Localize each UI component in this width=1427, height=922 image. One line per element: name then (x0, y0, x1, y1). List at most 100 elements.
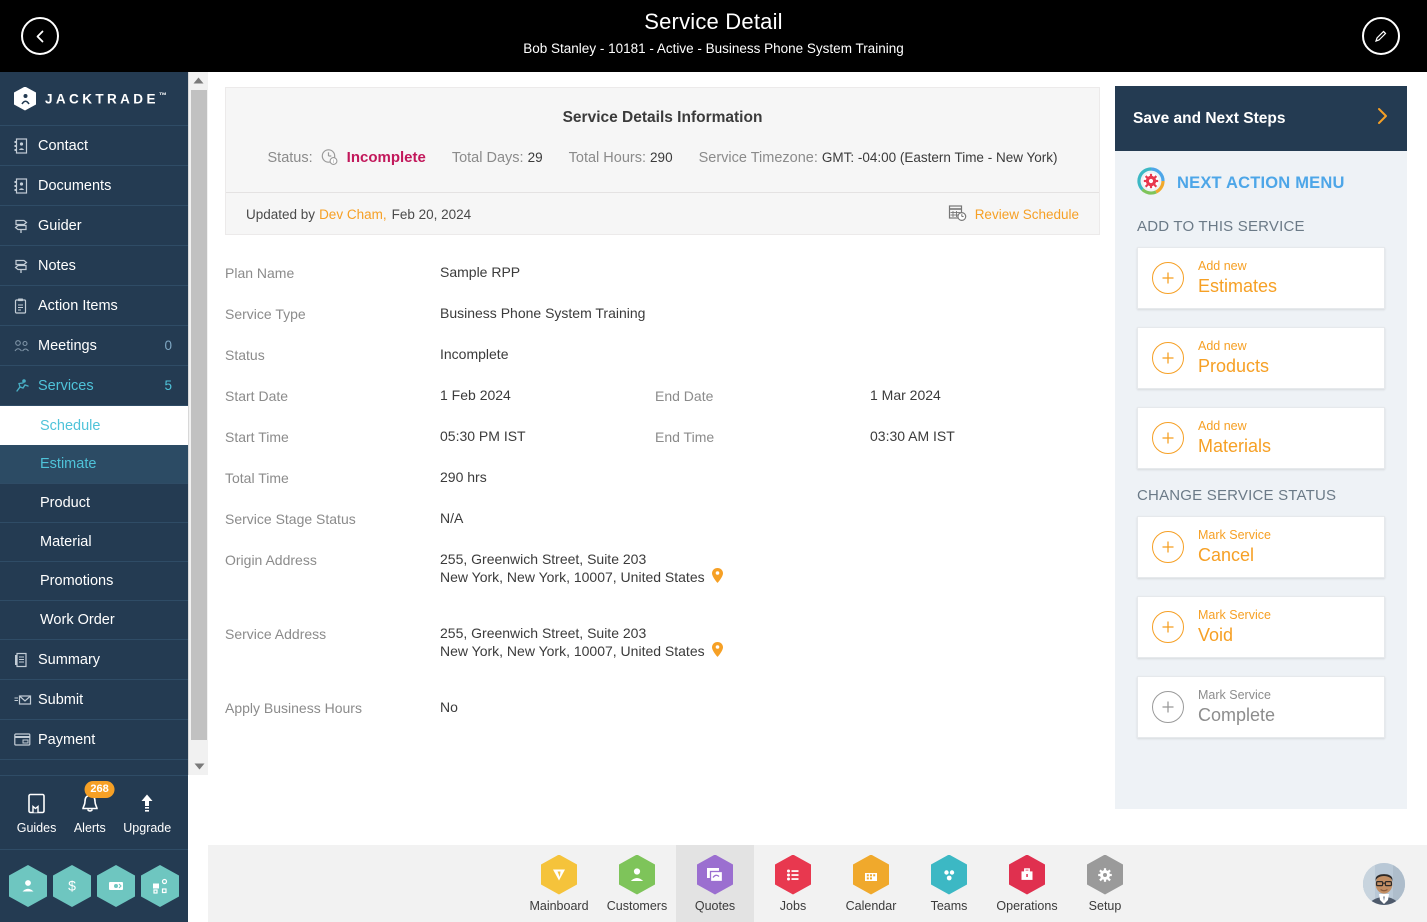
sidebar-subitem-product[interactable]: Product (0, 484, 188, 523)
sidebar-item-label: Submit (38, 691, 84, 708)
bottom-nav: Mainboard Customers Quotes Jobs Calendar… (208, 845, 1427, 922)
upgrade-label: Upgrade (123, 821, 172, 835)
brand-logo: JACKTRADE™ (0, 72, 188, 126)
bottom-nav-quotes[interactable]: Quotes (676, 845, 754, 922)
map-pin-icon[interactable] (711, 641, 724, 661)
bottom-nav-operations[interactable]: Operations (988, 845, 1066, 922)
status-value: Incomplete (346, 149, 426, 166)
business-hours-value: No (440, 699, 458, 715)
guides-button[interactable]: Guides (17, 790, 57, 835)
sidebar-subitem-schedule[interactable]: Schedule (0, 406, 188, 445)
map-pin-icon[interactable] (711, 567, 724, 587)
card-text: Add new Products (1198, 339, 1269, 377)
card-text: Add new Materials (1198, 419, 1271, 457)
sidebar-subitem-label: Work Order (40, 612, 115, 628)
sidebar-subitem-work-order[interactable]: Work Order (0, 601, 188, 640)
bottom-nav-label: Calendar (845, 898, 897, 913)
start-date-label: Start Date (225, 388, 289, 404)
total-time-value: 290 hrs (440, 469, 487, 485)
list-icon (775, 854, 811, 895)
sidebar-item-action-items[interactable]: Action Items (0, 286, 188, 326)
bottom-nav-jobs[interactable]: Jobs (754, 845, 832, 922)
sidebar-item-summary[interactable]: Summary (0, 640, 188, 680)
sidebar-tools: Guides 268 Alerts Upgrade (0, 775, 188, 849)
sidebar-item-count: 5 (164, 378, 172, 393)
sidebar-subitem-promotions[interactable]: Promotions (0, 562, 188, 601)
gear-refresh-icon (1137, 167, 1165, 200)
bottom-nav-label: Customers (606, 898, 668, 913)
quick-action-user[interactable] (9, 865, 47, 907)
guides-book-icon (17, 790, 57, 818)
mark-service-complete-card[interactable]: Mark Service Complete (1137, 676, 1385, 738)
pencil-icon (1375, 30, 1387, 42)
bottom-nav-mainboard[interactable]: Mainboard (520, 845, 598, 922)
status-label: Status: (267, 149, 313, 166)
total-days-value: 29 (527, 149, 543, 165)
service-details-card: Service Details Information Status: i In… (225, 87, 1100, 235)
plus-icon (1152, 262, 1184, 294)
bottom-nav-calendar[interactable]: Calendar (832, 845, 910, 922)
card-top-label: Add new (1198, 338, 1247, 353)
quick-action-dollar[interactable]: $ (53, 865, 91, 907)
sidebar-item-services[interactable]: Services 5 (0, 366, 188, 406)
back-button[interactable] (21, 17, 59, 55)
bottom-nav-teams[interactable]: Teams (910, 845, 988, 922)
sidebar-item-contact[interactable]: Contact (0, 126, 188, 166)
review-schedule-button[interactable]: Review Schedule (948, 203, 1079, 225)
upgrade-button[interactable]: Upgrade (123, 790, 171, 835)
sidebar-subitem-estimate[interactable]: Estimate (0, 445, 188, 484)
add-new-estimates-card[interactable]: Add new Estimates (1137, 247, 1385, 309)
avatar[interactable] (1363, 863, 1405, 905)
sidebar-item-payment[interactable]: Payment (0, 720, 188, 760)
sidebar-quick-actions: $ (0, 849, 188, 922)
alerts-button[interactable]: 268 Alerts (73, 781, 115, 835)
sidebar-subitem-label: Promotions (40, 573, 114, 589)
bottom-nav-label: Jobs (779, 898, 807, 913)
sidebar-item-documents[interactable]: Documents (0, 166, 188, 206)
cash-exchange-icon (109, 882, 123, 890)
save-and-next-steps-header[interactable]: Save and Next Steps (1115, 86, 1407, 151)
scrollbar-thumb[interactable] (191, 90, 207, 740)
sidebar-subitem-material[interactable]: Material (0, 523, 188, 562)
sidebar-subitem-label: Schedule (40, 417, 101, 434)
sidebar-scrollbar[interactable] (188, 72, 208, 775)
quote-stack-icon (697, 854, 733, 895)
origin-address-value: 255, Greenwich Street, Suite 203 New Yor… (440, 551, 870, 587)
scroll-up-arrow[interactable] (189, 72, 208, 89)
add-new-materials-card[interactable]: Add new Materials (1137, 407, 1385, 469)
calendar-icon (853, 854, 889, 895)
card-bottom-label: Estimates (1198, 275, 1278, 296)
mark-service-void-card[interactable]: Mark Service Void (1137, 596, 1385, 658)
total-time-label: Total Time (225, 470, 289, 486)
service-address-value: 255, Greenwich Street, Suite 203 New Yor… (440, 625, 870, 661)
briefcase-icon (1009, 854, 1045, 895)
scroll-down-arrow[interactable] (189, 758, 209, 775)
sidebar-item-submit[interactable]: Submit (0, 680, 188, 720)
quick-action-cash-exchange[interactable] (97, 865, 135, 907)
user-icon (22, 880, 34, 892)
plus-icon (1152, 691, 1184, 723)
quick-action-workflow[interactable] (141, 865, 179, 907)
status-field-label: Status (225, 347, 265, 363)
top-bar: Service Detail Bob Stanley - 10181 - Act… (0, 0, 1427, 72)
stage-status-value: N/A (440, 510, 464, 526)
sidebar-subitem-label: Material (40, 534, 92, 550)
teams-icon (931, 854, 967, 895)
mark-service-cancel-card[interactable]: Mark Service Cancel (1137, 516, 1385, 578)
bottom-nav-customers[interactable]: Customers (598, 845, 676, 922)
sidebar-item-notes[interactable]: Notes (0, 246, 188, 286)
submit-envelope-icon (14, 693, 38, 706)
sidebar-item-label: Action Items (38, 297, 118, 314)
bottom-nav-setup[interactable]: Setup (1066, 845, 1144, 922)
contact-icon (14, 137, 38, 154)
bottom-nav-label: Setup (1088, 898, 1122, 913)
alerts-label: Alerts (73, 821, 106, 835)
bottom-nav-label: Teams (930, 898, 968, 913)
next-action-menu-title: NEXT ACTION MENU (1177, 174, 1345, 192)
start-time-value: 05:30 PM IST (440, 428, 526, 444)
updated-by-name[interactable]: Dev Cham, (319, 207, 387, 222)
sidebar-item-guider[interactable]: Guider (0, 206, 188, 246)
edit-button[interactable] (1362, 17, 1400, 55)
add-new-products-card[interactable]: Add new Products (1137, 327, 1385, 389)
sidebar-item-meetings[interactable]: Meetings 0 (0, 326, 188, 366)
